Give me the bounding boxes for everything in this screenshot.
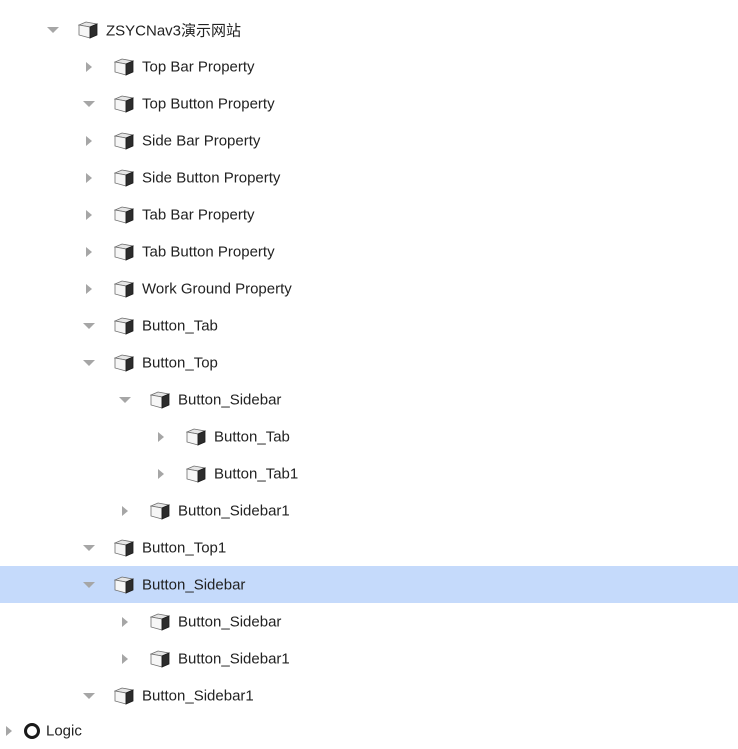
tree-node[interactable]: Side Button Property [0,159,738,196]
cube-icon [113,206,135,224]
logic-ring-icon [24,722,40,739]
cube-icon [113,169,135,187]
collapsed-arrow-icon[interactable] [86,172,92,183]
expanded-arrow-icon[interactable] [83,359,95,366]
cube-icon [185,428,207,446]
tree-node[interactable]: Tab Bar Property [0,196,738,233]
collapsed-arrow-icon[interactable] [158,468,164,479]
tree-node[interactable]: Top Button Property [0,85,738,122]
tree-node[interactable]: Tab Button Property [0,233,738,270]
collapsed-arrow-icon[interactable] [122,616,128,627]
cube-icon [113,317,135,335]
tree-node-label: Tab Button Property [142,243,275,260]
collapsed-arrow-icon[interactable] [6,725,12,736]
cube-icon [113,280,135,298]
collapsed-arrow-icon[interactable] [122,505,128,516]
collapsed-arrow-icon[interactable] [86,283,92,294]
cube-icon [77,21,99,39]
tree-node-label: Button_Sidebar1 [142,687,254,704]
tree-node-label: ZSYCNav3演示网站 [106,22,242,39]
cube-icon [149,650,171,668]
tree-node[interactable]: Button_Sidebar [0,566,738,603]
tree-node-label: Logic [46,722,82,739]
tree-node[interactable]: Top Bar Property [0,48,738,85]
tree-node[interactable]: Button_Sidebar [0,381,738,418]
expanded-arrow-icon[interactable] [83,100,95,107]
tree-node-label: Button_Sidebar [178,391,282,408]
cube-icon [113,576,135,594]
expanded-arrow-icon[interactable] [83,322,95,329]
tree-node-label: Button_Sidebar1 [178,650,290,667]
tree-node-label: Side Button Property [142,169,281,186]
tree-node[interactable]: Button_Top1 [0,529,738,566]
expanded-arrow-icon[interactable] [83,692,95,699]
tree-node[interactable]: Button_Sidebar1 [0,640,738,677]
tree-node-label: Tab Bar Property [142,206,255,223]
tree-node-label: Button_Top [142,354,218,371]
tree-node-label: Button_Sidebar1 [178,502,290,519]
expanded-arrow-icon[interactable] [47,26,59,33]
tree-node-label: Work Ground Property [142,280,292,297]
collapsed-arrow-icon[interactable] [86,209,92,220]
collapsed-arrow-icon[interactable] [158,431,164,442]
tree-node[interactable]: Button_Sidebar1 [0,492,738,529]
cube-icon [149,613,171,631]
tree-node[interactable]: Button_Sidebar1 [0,677,738,714]
tree-node[interactable]: Button_Tab [0,307,738,344]
collapsed-arrow-icon[interactable] [86,135,92,146]
cube-icon [113,95,135,113]
cube-icon [113,58,135,76]
tree-node-label: Button_Top1 [142,539,227,556]
collapsed-arrow-icon[interactable] [86,61,92,72]
tree-node-label: Side Bar Property [142,132,261,149]
tree-node-label: Button_Sidebar [178,613,282,630]
tree-node-logic[interactable]: Logic [0,712,738,749]
tree-node-label: Top Bar Property [142,58,255,75]
tree-node[interactable]: Work Ground Property [0,270,738,307]
tree-node-label: Button_Tab1 [214,465,299,482]
cube-icon [149,502,171,520]
collapsed-arrow-icon[interactable] [122,653,128,664]
expanded-arrow-icon[interactable] [119,396,131,403]
cube-icon [185,465,207,483]
tree-node-label: Button_Sidebar [142,576,246,593]
tree-node[interactable]: ZSYCNav3演示网站 [0,11,738,48]
tree-node-label: Button_Tab [142,317,218,334]
tree-node[interactable]: Button_Sidebar [0,603,738,640]
cube-icon [113,687,135,705]
cube-icon [113,243,135,261]
collapsed-arrow-icon[interactable] [86,246,92,257]
cube-icon [149,391,171,409]
tree-node[interactable]: Button_Tab [0,418,738,455]
tree-node-label: Top Button Property [142,95,275,112]
tree-node[interactable]: Side Bar Property [0,122,738,159]
cube-icon [113,539,135,557]
expanded-arrow-icon[interactable] [83,581,95,588]
cube-icon [113,354,135,372]
tree-node[interactable]: Button_Top [0,344,738,381]
cube-icon [113,132,135,150]
tree-node[interactable]: Button_Tab1 [0,455,738,492]
tree-node-label: Button_Tab [214,428,290,445]
expanded-arrow-icon[interactable] [83,544,95,551]
